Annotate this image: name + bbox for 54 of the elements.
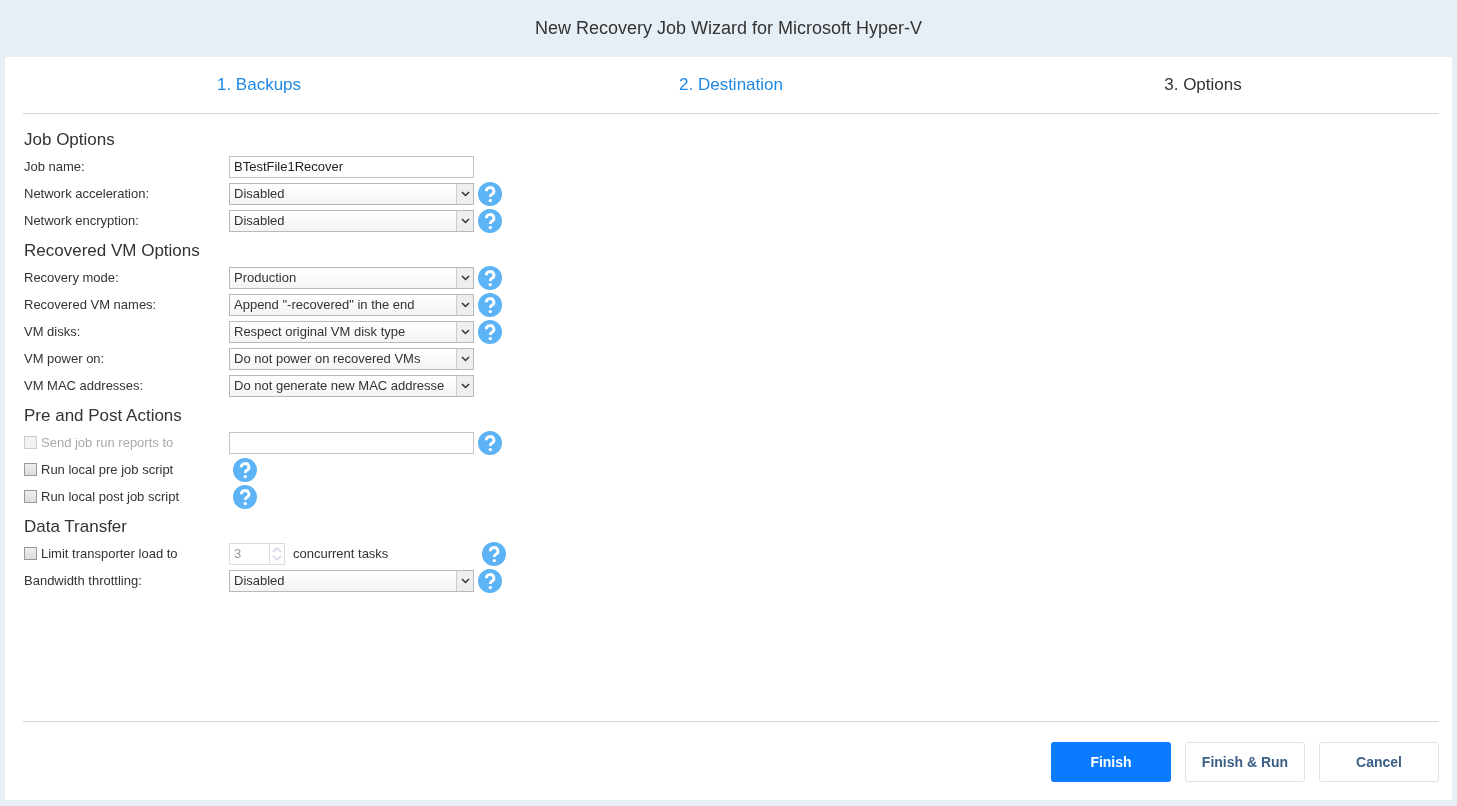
help-icon[interactable] <box>233 484 257 509</box>
field-label: VM power on: <box>24 351 106 366</box>
dropdown[interactable]: Production <box>229 266 474 289</box>
help-icon[interactable] <box>478 181 502 206</box>
checkbox[interactable] <box>24 547 37 560</box>
dropdown[interactable]: Do not generate new MAC addresse <box>229 374 474 397</box>
action-button[interactable]: Cancel <box>1319 742 1439 782</box>
wizard-step-tab[interactable]: 3. Options <box>967 57 1439 113</box>
dropdown[interactable]: Disabled <box>229 182 474 205</box>
chevron-down-icon <box>460 217 470 224</box>
dropdown[interactable]: Respect original VM disk type <box>229 320 474 343</box>
checkbox-label: Send job run reports to <box>41 435 174 450</box>
checkbox-label: Limit transporter load to <box>41 546 178 561</box>
finish-button[interactable]: Finish <box>1051 742 1171 782</box>
dropdown[interactable]: Disabled <box>229 569 474 592</box>
section-heading: Recovered VM Options <box>24 241 200 261</box>
help-icon[interactable] <box>478 319 502 344</box>
checkbox-label: Run local pre job script <box>41 462 174 477</box>
checkbox-label: Run local post job script <box>41 489 179 504</box>
field-label: Bandwidth throttling: <box>24 573 143 588</box>
field-label: Recovered VM names: <box>24 297 158 312</box>
field-label: Job name: <box>24 159 86 174</box>
dropdown[interactable]: Disabled <box>229 209 474 232</box>
chevron-down-icon <box>460 355 470 362</box>
job-name-field[interactable]: BTestFile1Recover <box>229 155 474 178</box>
help-icon[interactable] <box>478 208 502 233</box>
help-icon[interactable] <box>233 457 257 482</box>
chevron-down-icon <box>460 301 470 308</box>
field-label: Recovery mode: <box>24 270 120 285</box>
field-label: VM disks: <box>24 324 82 339</box>
action-button[interactable]: Finish & Run <box>1185 742 1305 782</box>
wizard-step-tab[interactable]: 2. Destination <box>495 57 967 113</box>
help-icon[interactable] <box>478 292 502 317</box>
dropdown[interactable]: Do not power on recovered VMs <box>229 347 474 370</box>
chevron-down-icon <box>460 190 470 197</box>
field-label: VM MAC addresses: <box>24 378 145 393</box>
chevron-down-icon <box>460 577 470 584</box>
section-heading: Job Options <box>24 130 115 150</box>
window-title: New Recovery Job Wizard for Microsoft Hyper-V <box>533 17 924 40</box>
spinner-suffix: concurrent tasks <box>293 546 390 561</box>
field-label: Network acceleration: <box>24 186 150 201</box>
field-label: Network encryption: <box>24 213 140 228</box>
help-icon[interactable] <box>478 265 502 290</box>
chevron-down-icon <box>460 328 470 335</box>
help-icon[interactable] <box>478 568 502 593</box>
section-heading: Data Transfer <box>24 517 127 537</box>
chevron-down-icon <box>460 382 470 389</box>
dropdown[interactable]: Append "-recovered" in the end <box>229 293 474 316</box>
chevron-down-icon <box>460 274 470 281</box>
wizard-step-tab[interactable]: 1. Backups <box>23 57 495 113</box>
checkbox[interactable] <box>24 490 37 503</box>
checkbox[interactable] <box>24 463 37 476</box>
help-icon[interactable] <box>482 541 506 566</box>
section-heading: Pre and Post Actions <box>24 406 182 426</box>
